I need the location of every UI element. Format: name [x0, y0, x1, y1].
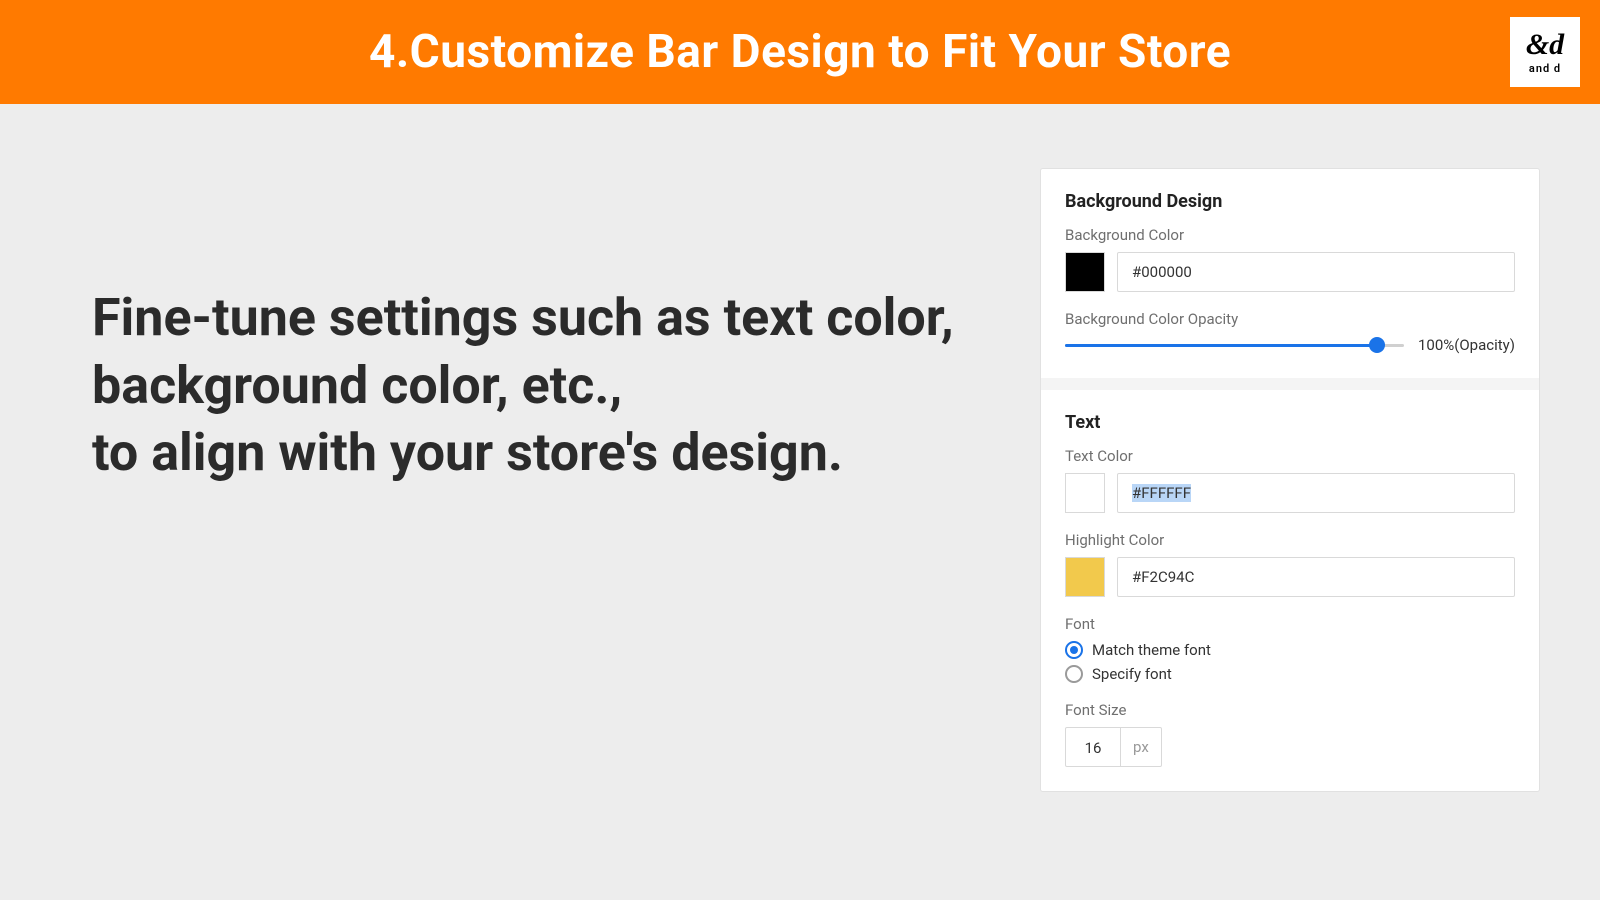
label-font-size: Font Size [1065, 701, 1515, 719]
radio-specify-font[interactable]: Specify font [1065, 665, 1515, 683]
radio-label-match: Match theme font [1092, 641, 1211, 659]
label-text-color: Text Color [1065, 447, 1515, 465]
text-color-input[interactable]: #FFFFFF [1117, 473, 1515, 513]
background-color-input[interactable]: #000000 [1117, 252, 1515, 292]
font-size-input[interactable]: 16 [1065, 727, 1121, 767]
panel-separator [1041, 378, 1539, 390]
panel-title-background: Background Design [1065, 191, 1515, 212]
highlight-color-swatch[interactable] [1065, 557, 1105, 597]
label-highlight-color: Highlight Color [1065, 531, 1515, 549]
label-background-color: Background Color [1065, 226, 1515, 244]
font-size-unit: px [1121, 727, 1162, 767]
highlight-color-input[interactable]: #F2C94C [1117, 557, 1515, 597]
radio-unchecked-icon [1065, 665, 1083, 683]
radio-match-theme-font[interactable]: Match theme font [1065, 641, 1515, 659]
background-color-swatch[interactable] [1065, 252, 1105, 292]
slide-header: 4.Customize Bar Design to Fit Your Store… [0, 0, 1600, 104]
logo-subtext: and d [1529, 62, 1561, 75]
description-column: Fine-tune settings such as text color, b… [0, 104, 1040, 900]
opacity-slider[interactable] [1065, 336, 1404, 354]
brand-logo: &d and d [1510, 17, 1580, 87]
settings-column: Background Design Background Color #0000… [1040, 104, 1600, 900]
opacity-value: 100%(Opacity) [1418, 336, 1515, 354]
panel-title-text: Text [1065, 412, 1515, 433]
label-font: Font [1065, 615, 1515, 633]
description-text: Fine-tune settings such as text color, b… [92, 284, 980, 487]
slide-title: 4.Customize Bar Design to Fit Your Store [369, 25, 1231, 79]
text-color-swatch[interactable] [1065, 473, 1105, 513]
radio-label-specify: Specify font [1092, 665, 1172, 683]
label-background-opacity: Background Color Opacity [1065, 310, 1515, 328]
radio-checked-icon [1065, 641, 1083, 659]
background-design-panel: Background Design Background Color #0000… [1041, 169, 1539, 378]
text-panel: Text Text Color #FFFFFF Highlight Color … [1041, 390, 1539, 791]
logo-ampersand-icon: &d [1526, 30, 1564, 60]
